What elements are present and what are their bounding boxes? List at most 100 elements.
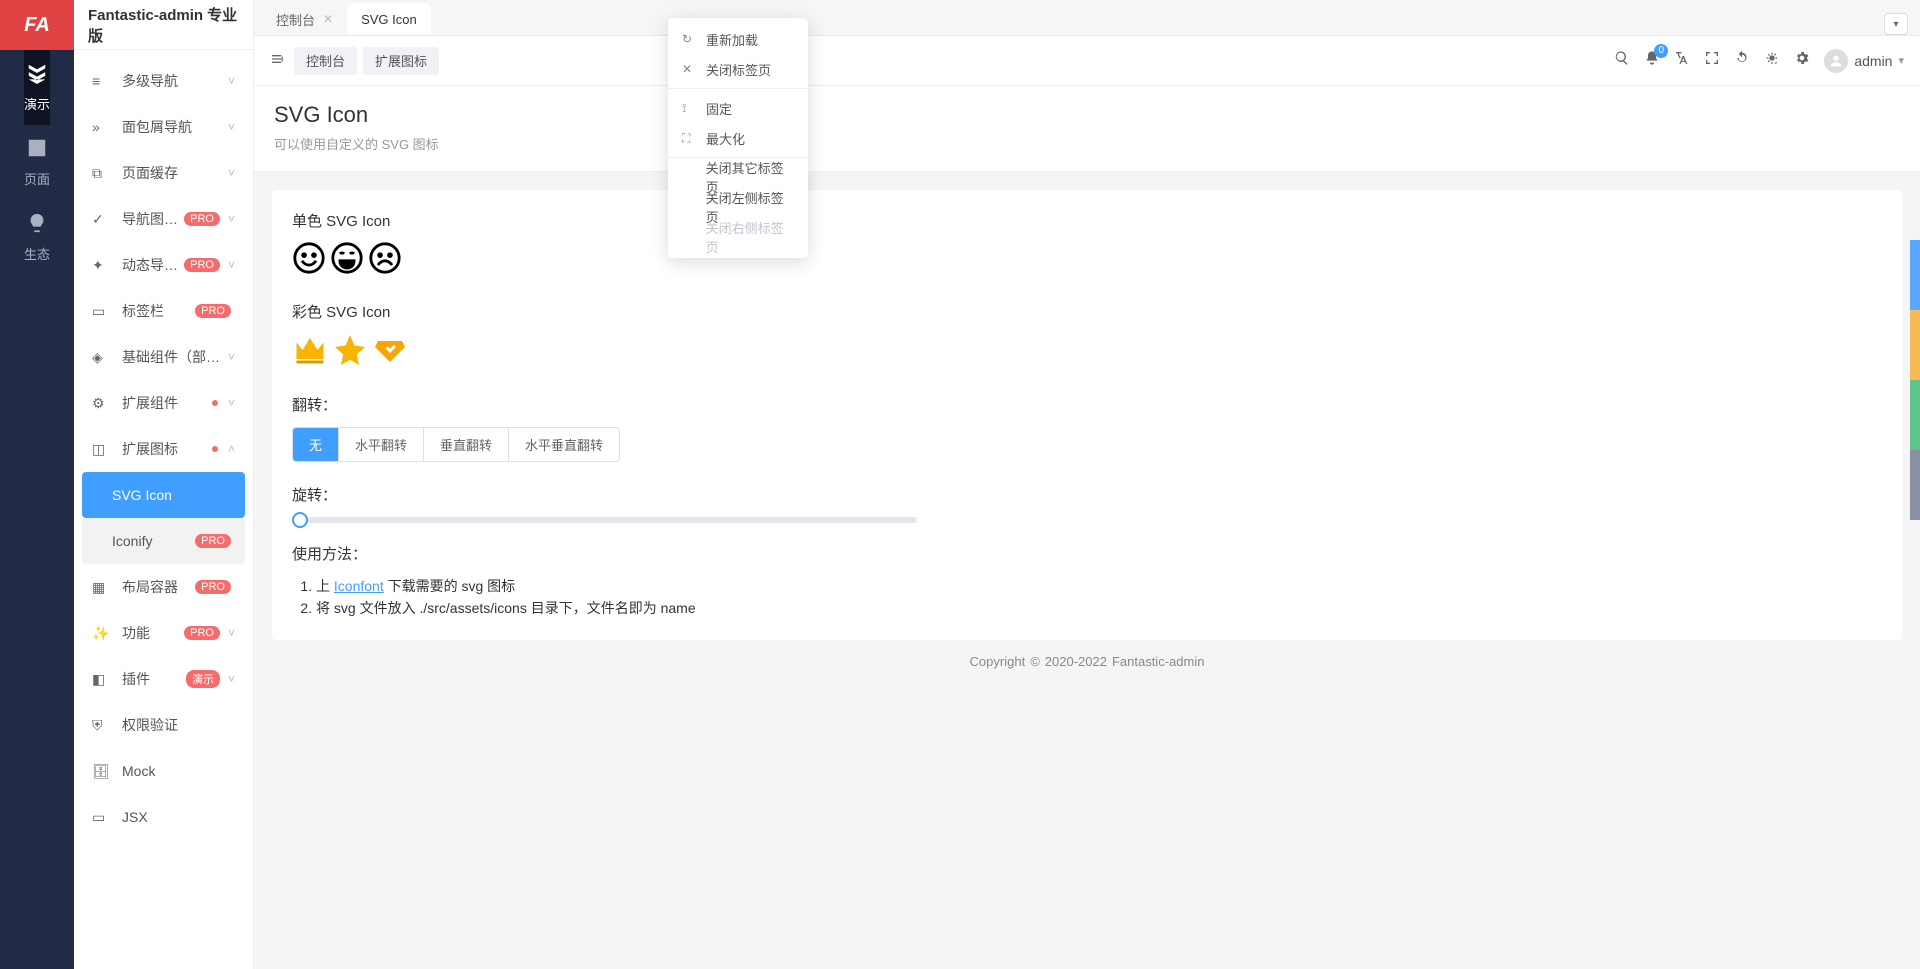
bell-icon[interactable]: 0 <box>1644 50 1660 71</box>
tab-0[interactable]: 控制台 ✕ <box>262 3 347 35</box>
page-header: SVG Icon 可以使用自定义的 SVG 图标 <box>254 86 1920 172</box>
search-icon[interactable] <box>1614 50 1630 71</box>
sidebar-item-icon: » <box>92 119 112 135</box>
sidebar-item-label: 基础组件（部分… <box>122 347 224 367</box>
sidebar-item-label: 扩展图标 <box>122 439 212 459</box>
star-icon <box>332 332 368 376</box>
sidebar-item-label: 面包屑导航 <box>122 117 224 137</box>
flip-option-3[interactable]: 水平垂直翻转 <box>509 428 619 461</box>
tabbar: 控制台 ✕ SVG Icon ▾ <box>254 0 1920 36</box>
chevron-down-icon: ˅ <box>228 166 235 180</box>
chevron-down-icon: ▾ <box>1898 54 1904 67</box>
sidebar-item-12[interactable]: ⛨ 权限验证 <box>82 702 245 748</box>
pro-badge: PRO <box>184 626 220 640</box>
reload-page-icon[interactable] <box>1734 50 1750 71</box>
main-nav-icon <box>26 62 48 90</box>
sidebar-item-label: 权限验证 <box>122 715 235 735</box>
sidebar-item-14[interactable]: ▭ JSX <box>82 794 245 840</box>
sidebar-item-label: 标签栏 <box>122 301 195 321</box>
sidebar-item-label: Iconify <box>112 533 195 549</box>
ctx-item[interactable]: ⛶最大化 <box>668 123 808 153</box>
pro-badge: PRO <box>184 212 220 226</box>
ctx-item-label: 重新加载 <box>706 30 758 49</box>
face-sad-icon <box>368 241 402 283</box>
chevron-down-icon: ˅ <box>228 626 235 640</box>
breadcrumb-0[interactable]: 控制台 <box>294 47 357 75</box>
main-nav-2[interactable]: 生态 <box>24 200 50 275</box>
pro-badge: PRO <box>195 534 231 548</box>
sidebar-item-0[interactable]: ≡ 多级导航 ˅ <box>82 58 245 104</box>
sidebar-item-3[interactable]: ✓导航图标激PRO˅ <box>82 196 245 242</box>
flip-option-2[interactable]: 垂直翻转 <box>424 428 509 461</box>
section-color-title: 彩色 SVG Icon <box>292 301 1882 322</box>
iconfont-link[interactable]: Iconfont <box>334 578 384 594</box>
sidebar-subitem-8-1[interactable]: IconifyPRO <box>82 518 245 564</box>
sidebar-item-icon: ▦ <box>92 579 112 596</box>
copyright-icon: © <box>1030 654 1040 669</box>
main-sidebar: FA 演示页面生态 <box>0 0 74 969</box>
translate-icon[interactable] <box>1674 50 1690 71</box>
slider-handle[interactable] <box>292 512 308 528</box>
usage-step-1: 上 Iconfont 下载需要的 svg 图标 <box>316 576 1882 596</box>
main-area: 控制台✕SVG Icon ▾ 控制台扩展图标 0 <box>254 0 1920 969</box>
sidebar-item-icon: ▭ <box>92 809 112 826</box>
chevron-down-icon: ˅ <box>228 396 235 410</box>
flip-option-1[interactable]: 水平翻转 <box>339 428 424 461</box>
sidebar-collapse-icon[interactable] <box>270 51 286 70</box>
main-nav-1[interactable]: 页面 <box>24 125 50 200</box>
theme-icon[interactable] <box>1764 50 1780 71</box>
color-strip[interactable] <box>1910 450 1920 520</box>
rotate-slider[interactable] <box>297 517 917 523</box>
sidebar-item-7[interactable]: ⚙扩展组件˅ <box>82 380 245 426</box>
sidebar-item-1[interactable]: »面包屑导航˅ <box>82 104 245 150</box>
chevron-down-icon: ˅ <box>228 74 235 88</box>
chevron-down-icon: ˅ <box>228 672 235 686</box>
sidebar-item-8[interactable]: ◫扩展图标˄ <box>82 426 245 472</box>
fullscreen-icon[interactable] <box>1704 50 1720 71</box>
tabbar-more-button[interactable]: ▾ <box>1884 13 1908 35</box>
crown-icon <box>292 332 328 376</box>
ctx-item[interactable]: ↻重新加载 <box>668 24 808 54</box>
sidebar-item-icon: ◫ <box>92 441 112 458</box>
sidebar-item-icon: ≡ <box>92 73 112 89</box>
color-strip[interactable] <box>1910 310 1920 380</box>
settings-icon[interactable] <box>1794 50 1810 71</box>
dot-badge <box>212 446 218 452</box>
sidebar-item-label: 多级导航 <box>122 71 224 91</box>
sidebar-item-icon: ✨ <box>92 625 112 642</box>
sidebar-item-9[interactable]: ▦布局容器PRO <box>82 564 245 610</box>
tab-1[interactable]: SVG Icon <box>347 3 431 35</box>
usage-step-2: 将 svg 文件放入 ./src/assets/icons 目录下，文件名即为 … <box>316 598 1882 618</box>
sidebar-item-label: 导航图标激 <box>122 209 184 229</box>
ctx-item[interactable]: ⟟固定 <box>668 93 808 123</box>
main-nav-0[interactable]: 演示 <box>24 50 50 125</box>
color-strip[interactable] <box>1910 240 1920 310</box>
sidebar-item-2[interactable]: ⧉页面缓存˅ <box>82 150 245 196</box>
flip-option-0[interactable]: 无 <box>293 428 339 461</box>
user-name: admin <box>1854 53 1892 69</box>
breadcrumb-1[interactable]: 扩展图标 <box>363 47 439 75</box>
sidebar-item-icon: ✓ <box>92 211 112 228</box>
sidebar-item-13[interactable]: 🗄Mock <box>82 748 245 794</box>
sidebar-item-4[interactable]: ✦动态导航标PRO˅ <box>82 242 245 288</box>
close-icon: ✕ <box>682 62 696 76</box>
main-nav-label: 演示 <box>24 94 50 113</box>
main-nav-icon <box>26 212 48 240</box>
tab-close-icon[interactable]: ✕ <box>323 12 333 26</box>
sidebar-item-icon: ⛨ <box>92 717 112 734</box>
sidebar-item-11[interactable]: ◧插件演示˅ <box>82 656 245 702</box>
color-strip[interactable] <box>1910 380 1920 450</box>
ctx-item[interactable]: ✕关闭标签页 <box>668 54 808 84</box>
user-menu[interactable]: admin ▾ <box>1824 49 1904 73</box>
sidebar-item-5[interactable]: ▭标签栏PRO <box>82 288 245 334</box>
sidebar-item-6[interactable]: ◈基础组件（部分…˅ <box>82 334 245 380</box>
tab-context-menu: ↻重新加载✕关闭标签页 ⟟固定⛶最大化 关闭其它标签页关闭左侧标签页关闭右侧标签… <box>668 18 808 258</box>
sidebar-item-label: JSX <box>122 809 235 825</box>
sidebar-subitem-8-0[interactable]: SVG Icon <box>82 472 245 518</box>
sidebar-item-10[interactable]: ✨功能PRO˅ <box>82 610 245 656</box>
section-mono-title: 单色 SVG Icon <box>292 210 1882 231</box>
pro-badge: PRO <box>195 304 231 318</box>
chevron-down-icon: ˅ <box>228 350 235 364</box>
sidebar-item-icon: ⚙ <box>92 395 112 412</box>
tab-label: 控制台 <box>276 10 315 29</box>
